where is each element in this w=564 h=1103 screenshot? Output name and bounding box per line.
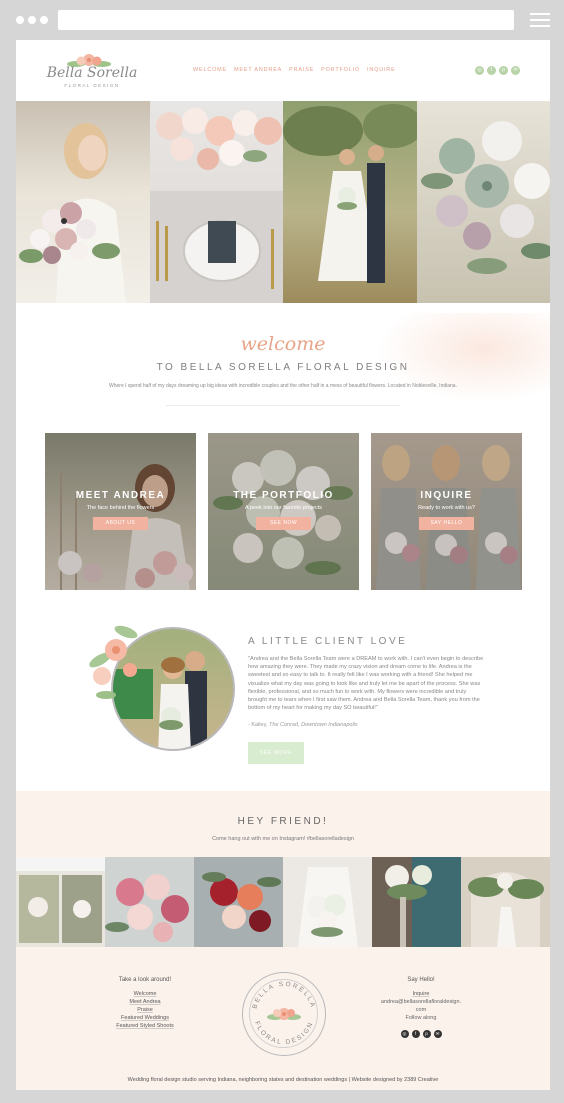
nav-item-praise[interactable]: PRAISE xyxy=(289,67,314,73)
email-icon[interactable]: ✉ xyxy=(511,66,520,75)
client-love-section: A LITTLE CLIENT LOVE "Andrea and the Bel… xyxy=(16,608,550,791)
watercolor-wash xyxy=(376,313,550,403)
welcome-script-heading: welcome xyxy=(240,333,326,355)
site-logo[interactable]: Bella Sorella FLORAL DESIGN xyxy=(44,50,140,92)
card-title: MEET ANDREA xyxy=(75,490,166,501)
header-social: ◎ f p ✉ xyxy=(475,66,520,75)
footer-link-featured-weddings[interactable]: Featured Weddings xyxy=(85,1014,205,1022)
instagram-tile[interactable] xyxy=(105,857,194,947)
nav-item-inquire[interactable]: INQUIRE xyxy=(367,67,396,73)
footer-heading: Take a look around! xyxy=(118,977,172,983)
card-portfolio[interactable]: THE PORTFOLIO A peek into our favorite p… xyxy=(208,433,359,590)
svg-text:FLORAL DESIGN: FLORAL DESIGN xyxy=(253,1020,315,1046)
instagram-tile[interactable] xyxy=(372,857,461,947)
footer-link-meet-andrea[interactable]: Meet Andrea xyxy=(85,998,205,1006)
card-subtitle: The face behind the flowers xyxy=(86,505,155,511)
seal-text-top: BELLA SORELLA xyxy=(251,981,314,1010)
hamburger-menu-icon[interactable] xyxy=(530,13,550,27)
facebook-icon[interactable]: f xyxy=(411,1030,420,1038)
footer-social: ◎ f p ✉ xyxy=(361,1030,481,1038)
hero-photo-bride-bouquet xyxy=(16,101,150,303)
welcome-text: Where I spend half of my days dreaming u… xyxy=(109,383,457,389)
main-nav: WELCOME MEET ANDREA PRAISE PORTFOLIO INQ… xyxy=(193,67,396,73)
footer-link-featured-styled-shoots[interactable]: Featured Styled Shoots xyxy=(85,1022,205,1030)
instagram-tile[interactable] xyxy=(283,857,372,947)
instagram-tile[interactable] xyxy=(461,857,550,947)
instagram-feed xyxy=(16,857,550,947)
card-subtitle: Ready to work with us? xyxy=(418,505,475,511)
footer-link-inquire[interactable]: Inquire xyxy=(361,990,481,998)
instagram-tile[interactable] xyxy=(16,857,105,947)
nav-item-portfolio[interactable]: PORTFOLIO xyxy=(321,67,360,73)
card-subtitle: A peek into our favorite projects xyxy=(244,505,323,511)
about-us-button[interactable]: ABOUT US xyxy=(93,517,148,530)
testimonial-quote: "Andrea and the Bella Sorella Team were … xyxy=(248,656,484,712)
instagram-icon[interactable]: ◎ xyxy=(400,1030,409,1038)
window-dot xyxy=(28,16,36,24)
watercolor-flowers-icon xyxy=(89,625,138,699)
instagram-intro: HEY FRIEND! Come hang out with me on Ins… xyxy=(16,791,550,857)
hero-gallery xyxy=(16,101,550,303)
section-title: HEY FRIEND! xyxy=(237,816,329,827)
citation-place: The Conrad, Downtown Indianapolis xyxy=(269,722,358,728)
welcome-title: TO BELLA SORELLA FLORAL DESIGN xyxy=(156,362,410,373)
site-header: Bella Sorella FLORAL DESIGN WELCOME MEET… xyxy=(16,40,550,101)
footer-credits: Wedding floral design studio serving Ind… xyxy=(127,1077,439,1083)
hero-photo-succulent-bouquet xyxy=(416,101,550,303)
footer-link-praise[interactable]: Praise xyxy=(85,1006,205,1014)
testimonial-citation: - Kailey, The Conrad, Downtown Indianapo… xyxy=(248,722,358,728)
divider xyxy=(166,405,400,406)
see-more-button[interactable]: SEE MORE xyxy=(248,742,304,764)
feature-cards: MEET ANDREA The face behind the flowers … xyxy=(16,408,550,608)
pinterest-icon[interactable]: p xyxy=(499,66,508,75)
window-dot xyxy=(16,16,24,24)
logo-wordmark: Bella Sorella xyxy=(46,65,138,81)
footer-link-welcome[interactable]: Welcome xyxy=(85,990,205,998)
footer-email-tail[interactable]: com xyxy=(361,1006,481,1014)
footer-email[interactable]: andrea@bellasorellafloraldesign. xyxy=(361,998,481,1006)
logo-subtitle: FLORAL DESIGN xyxy=(64,83,120,88)
nav-item-welcome[interactable]: WELCOME xyxy=(193,67,227,73)
footer-seal-logo[interactable]: BELLA SORELLA FLORAL DESIGN xyxy=(242,972,326,1056)
say-hello-button[interactable]: SAY HELLO xyxy=(419,517,474,530)
nav-item-meet-andrea[interactable]: MEET ANDREA xyxy=(234,67,282,73)
footer-nav: Take a look around! Welcome Meet Andrea … xyxy=(85,977,205,1030)
card-title: INQUIRE xyxy=(420,490,473,501)
address-bar[interactable] xyxy=(58,10,514,30)
seal-text-bottom: FLORAL DESIGN xyxy=(253,1020,313,1046)
site-footer: Take a look around! Welcome Meet Andrea … xyxy=(16,947,550,1090)
card-meet-andrea[interactable]: MEET ANDREA The face behind the flowers … xyxy=(45,433,196,590)
hero-photo-couple xyxy=(283,101,417,303)
footer-heading: Say Hello! xyxy=(407,977,435,983)
welcome-section: welcome TO BELLA SORELLA FLORAL DESIGN W… xyxy=(16,303,550,408)
see-now-button[interactable]: SEE NOW xyxy=(256,517,311,530)
footer-contact: Say Hello! Inquire andrea@bellasorellafl… xyxy=(361,977,481,1038)
web-page: Bella Sorella FLORAL DESIGN WELCOME MEET… xyxy=(16,40,550,1090)
instagram-icon[interactable]: ◎ xyxy=(475,66,484,75)
section-title: A LITTLE CLIENT LOVE xyxy=(248,636,408,647)
svg-text:BELLA SORELLA: BELLA SORELLA xyxy=(251,981,316,1010)
card-inquire[interactable]: INQUIRE Ready to work with us? SAY HELLO xyxy=(371,433,522,590)
hero-photo-table-setting xyxy=(149,101,283,303)
facebook-icon[interactable]: f xyxy=(487,66,496,75)
follow-along-label: Follow along xyxy=(405,1015,437,1021)
pinterest-icon[interactable]: p xyxy=(422,1030,431,1038)
window-dot xyxy=(40,16,48,24)
citation-name: - Kailey, xyxy=(248,722,268,728)
section-subtitle: Come hang out with me on Instagram! #bel… xyxy=(212,836,354,842)
instagram-tile[interactable] xyxy=(194,857,283,947)
card-title: THE PORTFOLIO xyxy=(233,490,334,501)
email-icon[interactable]: ✉ xyxy=(433,1030,442,1038)
browser-chrome xyxy=(0,0,564,40)
